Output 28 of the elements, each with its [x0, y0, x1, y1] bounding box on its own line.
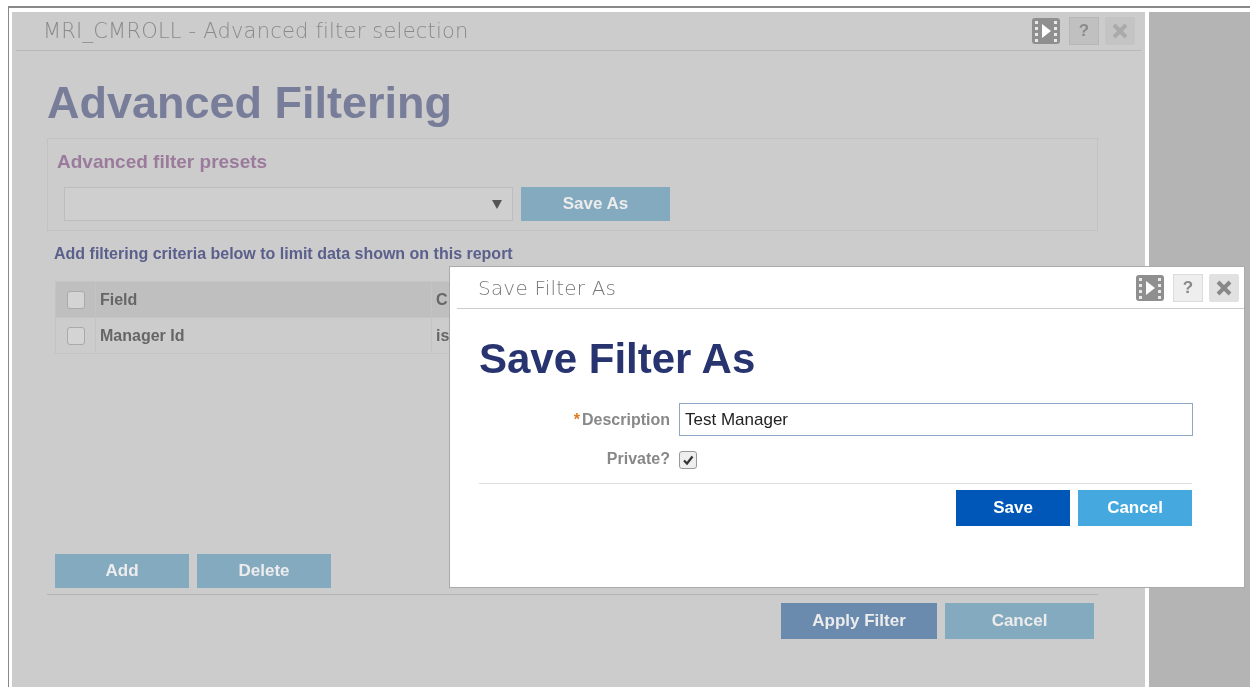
- film-icon[interactable]: [1031, 17, 1061, 45]
- row-checkbox[interactable]: [66, 326, 85, 345]
- table-action-button[interactable]: Delete: [197, 554, 331, 588]
- private-checkbox[interactable]: [679, 450, 697, 469]
- film-icon[interactable]: [1135, 273, 1165, 302]
- criteria-hint: Add filtering criteria below to limit data shown on this report: [54, 245, 514, 263]
- table-action-button[interactable]: Add: [55, 554, 189, 588]
- table-cell: Manager Id: [95, 317, 432, 354]
- required-mark: *: [573, 410, 580, 428]
- help-button[interactable]: ?: [1173, 273, 1203, 302]
- apply-filter-button[interactable]: Apply Filter: [781, 603, 937, 639]
- window-title: MRI_CMROLL - Advanced filter selection: [43, 19, 470, 43]
- private-label: Private?: [605, 450, 670, 469]
- cancel-button[interactable]: Cancel: [1078, 489, 1192, 526]
- page-heading: Advanced Filtering: [47, 77, 454, 129]
- description-field[interactable]: Test Manager: [679, 403, 1193, 436]
- help-button[interactable]: ?: [1069, 17, 1099, 45]
- select-all-checkbox[interactable]: [66, 290, 85, 309]
- close-icon[interactable]: [1209, 273, 1239, 302]
- save-button[interactable]: Save: [956, 489, 1070, 526]
- column-header: Field: [95, 281, 432, 318]
- dialog-title: Save Filter As: [478, 275, 618, 300]
- dropdown-arrow-icon: [492, 199, 502, 209]
- save-as-button[interactable]: Save As: [521, 187, 670, 221]
- cancel-button[interactable]: Cancel: [945, 603, 1094, 639]
- dialog-heading: Save Filter As: [479, 335, 757, 383]
- presets-label: Advanced filter presets: [57, 151, 269, 173]
- description-label: *Description: [572, 410, 670, 429]
